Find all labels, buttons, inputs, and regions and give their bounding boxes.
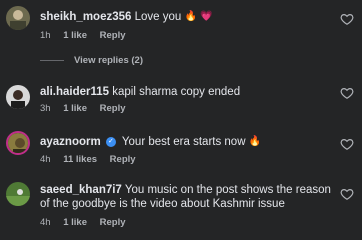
reply-button[interactable]: Reply (100, 217, 126, 228)
comment-body: ali.haider115 kapil sharma copy ended (40, 85, 332, 99)
comment-text: Your best era starts now (121, 136, 246, 149)
replies-divider (40, 60, 64, 61)
heart-icon[interactable] (340, 12, 354, 26)
comment-time: 1h (40, 30, 51, 41)
heart-emoji: 💗 (200, 11, 213, 22)
avatar[interactable] (6, 182, 30, 206)
comment-username[interactable]: ayaznoorm (40, 136, 101, 148)
comment-meta: 3h 1 like Reply (40, 103, 136, 114)
heart-icon[interactable] (340, 137, 354, 151)
comment-username[interactable]: saeed_khan7i7 (40, 184, 122, 196)
fire-emoji: 🔥 (184, 11, 197, 22)
comment-likes[interactable]: 1 like (63, 217, 87, 228)
avatar[interactable] (6, 85, 30, 109)
view-replies-button[interactable]: View replies (2) (40, 55, 143, 66)
comment-text: Love you (134, 11, 182, 24)
avatar[interactable] (6, 131, 30, 155)
verified-badge-icon: ✓ (105, 137, 116, 147)
reply-button[interactable]: Reply (100, 30, 126, 41)
comment-body: saeed_khan7i7 You music on the post show… (40, 183, 332, 211)
comment-username[interactable]: sheikh_moez356 (40, 11, 131, 23)
reply-button[interactable]: Reply (100, 103, 126, 114)
comment-time: 4h (40, 154, 51, 165)
comment-username[interactable]: ali.haider115 (40, 86, 109, 98)
comment-body: sheikh_moez356 Love you 🔥 💗 (40, 10, 332, 24)
view-replies-label: View replies (2) (74, 55, 143, 66)
comment-time: 3h (40, 103, 51, 114)
comment-text: kapil sharma copy ended (112, 86, 241, 98)
comment-meta: 1h 1 like Reply (40, 30, 136, 41)
comment-time: 4h (40, 217, 51, 228)
comment-likes[interactable]: 1 like (63, 30, 87, 41)
comment-body: ayaznoorm ✓ Your best era starts now 🔥 (40, 135, 332, 149)
comment-likes[interactable]: 1 like (63, 103, 87, 114)
comment-meta: 4h 1 like Reply (40, 217, 136, 228)
comment-likes[interactable]: 11 likes (63, 154, 97, 165)
fire-emoji: 🔥 (248, 136, 262, 147)
comment-meta: 4h 11 likes Reply (40, 154, 146, 165)
reply-button[interactable]: Reply (110, 154, 136, 165)
heart-icon[interactable] (340, 187, 354, 201)
avatar[interactable] (6, 6, 30, 30)
heart-icon[interactable] (340, 86, 354, 100)
